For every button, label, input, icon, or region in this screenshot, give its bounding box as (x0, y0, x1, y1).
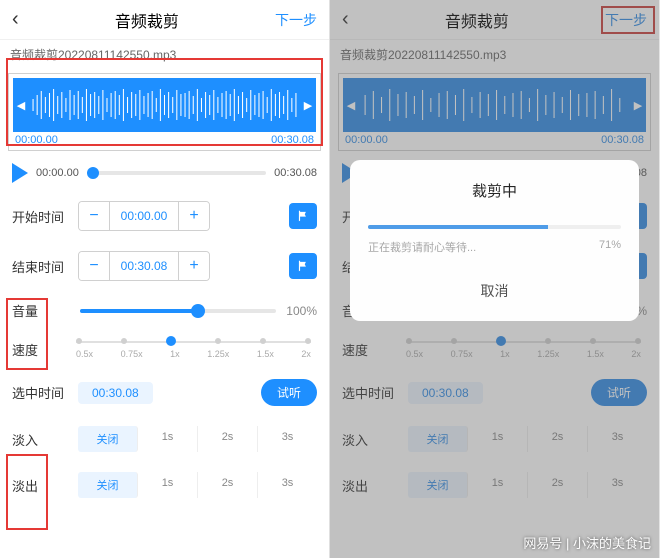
seg-item[interactable]: 关闭 (78, 426, 138, 452)
next-button[interactable]: 下一步 (275, 10, 317, 30)
volume-slider[interactable] (80, 309, 276, 313)
play-total: 00:30.08 (274, 167, 317, 179)
volume-label: 音量 (12, 301, 70, 320)
start-time-value[interactable]: 00:00.00 (109, 202, 179, 230)
seg-item[interactable]: 1s (138, 426, 198, 452)
selected-time-value: 00:30.08 (78, 382, 153, 404)
progress-bar (368, 225, 621, 229)
fade-out-label: 淡出 (12, 476, 70, 495)
seg-item[interactable]: 3s (258, 426, 317, 452)
cancel-button[interactable]: 取消 (368, 281, 621, 301)
plus-button[interactable]: + (179, 202, 209, 230)
filename-label: 音频裁剪20220811142550.mp3 (0, 40, 329, 69)
screen-left: ‹ 音频裁剪 下一步 音频裁剪20220811142550.mp3 ◀ ▶ 00… (0, 0, 330, 558)
progress-message: 正在裁剪请耐心等待... (368, 239, 476, 255)
wave-start-time: 00:00.00 (15, 134, 58, 146)
dialog-title: 裁剪中 (368, 180, 621, 201)
wave-end-time: 00:30.08 (271, 134, 314, 146)
fade-out-segment: 关闭 1s 2s 3s (78, 472, 317, 498)
selected-time-row: 选中时间 00:30.08 试听 (0, 369, 329, 416)
minus-button[interactable]: − (79, 252, 109, 280)
flag-button[interactable] (289, 203, 317, 229)
playback-row: 00:00.00 00:30.08 (0, 155, 329, 191)
start-time-row: 开始时间 − 00:00.00 + (0, 191, 329, 241)
fade-out-row: 淡出 关闭 1s 2s 3s (0, 462, 329, 508)
fade-in-segment: 关闭 1s 2s 3s (78, 426, 317, 452)
waveform-container: ◀ ▶ 00:00.00 00:30.08 (8, 73, 321, 151)
minus-button[interactable]: − (79, 202, 109, 230)
flag-button[interactable] (289, 253, 317, 279)
seg-item[interactable]: 2s (198, 472, 258, 498)
watermark: 网易号 | 小沫的美食记 (523, 533, 651, 552)
volume-value: 100% (286, 304, 317, 318)
play-current: 00:00.00 (36, 167, 79, 179)
waveform[interactable] (31, 85, 298, 125)
fade-in-row: 淡入 关闭 1s 2s 3s (0, 416, 329, 462)
trim-handle-left[interactable]: ◀ (13, 78, 29, 132)
play-icon[interactable] (12, 163, 28, 183)
header: ‹ 音频裁剪 下一步 (0, 0, 329, 40)
plus-button[interactable]: + (179, 252, 209, 280)
trim-handle-right[interactable]: ▶ (300, 78, 316, 132)
start-time-stepper: − 00:00.00 + (78, 201, 210, 231)
screen-right: ‹ 音频裁剪 下一步 音频裁剪20220811142550.mp3 ◀ ▶ 00… (330, 0, 660, 558)
preview-button[interactable]: 试听 (261, 379, 317, 406)
seg-item[interactable]: 关闭 (78, 472, 138, 498)
volume-row: 音量 100% (0, 291, 329, 330)
seg-item[interactable]: 1s (138, 472, 198, 498)
play-slider[interactable] (87, 171, 266, 175)
speed-row: 速度 0.5x0.75x1x1.25x1.5x2x (0, 330, 329, 369)
start-time-label: 开始时间 (12, 207, 70, 226)
fade-in-label: 淡入 (12, 430, 70, 449)
progress-dialog: 裁剪中 正在裁剪请耐心等待... 71% 取消 (350, 160, 639, 321)
page-title: 音频裁剪 (115, 8, 179, 32)
selected-time-label: 选中时间 (12, 383, 70, 402)
end-time-row: 结束时间 − 00:30.08 + (0, 241, 329, 291)
speed-slider[interactable]: 0.5x0.75x1x1.25x1.5x2x (76, 341, 311, 359)
end-time-label: 结束时间 (12, 257, 70, 276)
progress-percent: 71% (599, 239, 621, 255)
seg-item[interactable]: 2s (198, 426, 258, 452)
back-icon[interactable]: ‹ (12, 8, 19, 31)
end-time-stepper: − 00:30.08 + (78, 251, 210, 281)
end-time-value[interactable]: 00:30.08 (109, 252, 179, 280)
seg-item[interactable]: 3s (258, 472, 317, 498)
speed-label: 速度 (12, 340, 70, 359)
